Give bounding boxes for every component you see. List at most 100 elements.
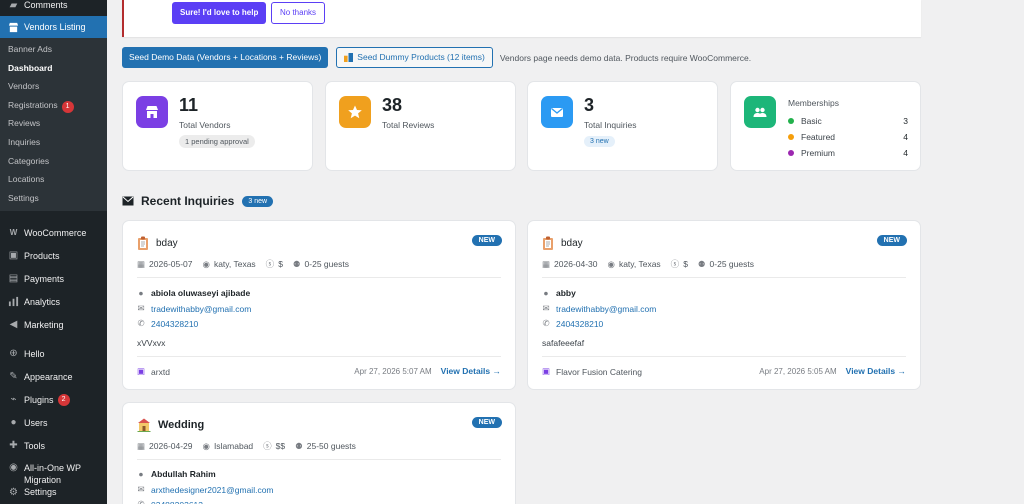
- chart-icon: [8, 296, 19, 307]
- recent-inquiries-heading: Recent Inquiries 3 new: [122, 193, 274, 209]
- sidebar-item-woocommerce[interactable]: W WooCommerce: [0, 221, 107, 244]
- box-icon: ▣: [8, 250, 19, 262]
- mail-icon: [541, 96, 573, 128]
- event-type: bday: [156, 237, 178, 249]
- email-icon: ✉: [542, 303, 550, 313]
- customer-email-link[interactable]: ✉ tradewithabby@gmail.com: [542, 303, 656, 314]
- comment-icon: ▰: [9, 0, 18, 11]
- customer-phone-link[interactable]: ✆ 2404328210: [542, 318, 603, 329]
- status-dot: [788, 134, 794, 140]
- inquiry-meta: ▦ 2026-04-30 ◉ katy, Texas ⓢ $ ⚉ 0-25 guests: [542, 258, 754, 270]
- products-icon: [344, 53, 354, 62]
- inquiry-timestamp: Apr 27, 2026 5:05 AM: [759, 366, 837, 376]
- email-icon: ✉: [137, 484, 145, 494]
- divider: [137, 356, 501, 357]
- sidebar-item-tools[interactable]: ✚ Tools: [0, 434, 107, 457]
- store-icon: ▣: [137, 366, 146, 376]
- woo-icon: W: [9, 228, 18, 238]
- inquiry-meta: ▦ 2026-05-07 ◉ katy, Texas ⓢ $ ⚉ 0-25 guests: [137, 258, 349, 270]
- submenu-vendors[interactable]: Vendors: [0, 77, 107, 96]
- location-pin-icon: ◉: [202, 258, 210, 269]
- membership-row-featured: Featured 4: [788, 131, 908, 143]
- calendar-icon: ▦: [137, 258, 146, 269]
- toolbar-note: Vendors page needs demo data. Products r…: [499, 52, 752, 63]
- sidebar-item-products[interactable]: ▣ Products: [0, 244, 107, 267]
- sidebar-item-analytics[interactable]: Analytics: [0, 290, 107, 313]
- person-icon: ●: [543, 288, 549, 298]
- person-icon: ●: [138, 469, 144, 479]
- memberships-title: Memberships: [788, 98, 840, 108]
- guests-icon: ⚉: [697, 258, 706, 269]
- divider: [542, 356, 906, 357]
- sidebar-item-hello[interactable]: ⊕ Hello: [0, 342, 107, 365]
- customer-phone-link[interactable]: ✆03488203613: [137, 499, 203, 504]
- submenu-inquiries[interactable]: Inquiries: [0, 133, 107, 152]
- seed-demo-data-button[interactable]: Seed Demo Data (Vendors + Locations + Re…: [122, 47, 329, 68]
- view-details-link[interactable]: View Details →: [441, 366, 501, 376]
- divider: [542, 277, 906, 278]
- total-inquiries-label: Total Inquiries: [584, 120, 637, 130]
- accept-help-button[interactable]: Sure! I'd love to help: [172, 2, 267, 24]
- total-reviews-label: Total Reviews: [382, 120, 435, 130]
- admin-sidebar: ▰ Comments Vendors Listing Banner Ads Da…: [0, 0, 107, 504]
- migration-icon: ◉: [9, 462, 18, 474]
- registrations-count-badge: 1: [61, 100, 74, 113]
- event-type: Wedding: [158, 419, 205, 431]
- star-icon: [339, 96, 371, 128]
- decline-help-button[interactable]: No thanks: [271, 2, 326, 24]
- new-badge: NEW: [876, 235, 907, 246]
- members-icon: [744, 96, 776, 128]
- view-details-link[interactable]: View Details →: [846, 366, 906, 376]
- feedback-notice: Sure! I'd love to help No thanks: [122, 0, 921, 37]
- sidebar-item-marketing[interactable]: ◀ Marketing: [0, 313, 107, 336]
- calendar-icon: ▦: [137, 440, 146, 451]
- price-icon: ⓢ: [265, 259, 275, 269]
- phone-icon: ✆: [542, 318, 550, 328]
- submenu-categories[interactable]: Categories: [0, 152, 107, 171]
- submenu-dashboard[interactable]: Dashboard: [0, 59, 107, 78]
- status-dot: [788, 118, 794, 124]
- sidebar-item-users[interactable]: ● Users: [0, 411, 107, 434]
- sidebar-item-settings[interactable]: ⚙ Settings: [0, 487, 107, 497]
- total-vendors-value: 11: [179, 95, 199, 115]
- total-inquiries-value: 3: [584, 95, 595, 115]
- membership-row-basic: Basic 3: [788, 115, 908, 127]
- customer-email-link[interactable]: ✉ arxthedesigner2021@gmail.com: [137, 484, 273, 495]
- submenu-reviews[interactable]: Reviews: [0, 114, 107, 133]
- gear-icon: ⚙: [9, 487, 18, 498]
- person-icon: ●: [138, 288, 144, 298]
- seed-toolbar: Seed Demo Data (Vendors + Locations + Re…: [122, 47, 751, 68]
- membership-row-premium: Premium 4: [788, 147, 908, 159]
- customer-name: abiola oluwaseyi ajibade: [151, 288, 251, 298]
- brush-icon: ✎: [9, 371, 18, 383]
- guests-icon: ⚉: [295, 440, 303, 451]
- sidebar-item-vendors-listing[interactable]: Vendors Listing: [0, 16, 107, 38]
- new-badge: NEW: [471, 235, 502, 246]
- divider: [137, 277, 501, 278]
- customer-phone-link[interactable]: ✆ 2404328210: [137, 318, 198, 329]
- sidebar-item-plugins[interactable]: ⌁ Plugins 2: [0, 388, 107, 411]
- plus-circle-icon: ⊕: [9, 348, 18, 360]
- sidebar-item-comments[interactable]: ▰ Comments: [0, 0, 107, 11]
- megaphone-icon: ◀: [9, 319, 18, 331]
- submenu-registrations[interactable]: Registrations 1: [0, 96, 107, 115]
- sidebar-item-payments[interactable]: ▤ Payments: [0, 267, 107, 290]
- user-icon: ●: [10, 417, 17, 429]
- submenu-banner-ads[interactable]: Banner Ads: [0, 40, 107, 59]
- plugins-count-badge: 2: [57, 393, 70, 406]
- seed-dummy-products-button[interactable]: Seed Dummy Products (12 items): [336, 47, 493, 68]
- plug-icon: ⌁: [10, 394, 17, 406]
- sidebar-item-migration[interactable]: ◉ All-in-One WP Migration: [0, 457, 107, 487]
- email-icon: ✉: [137, 303, 145, 313]
- sidebar-item-appearance[interactable]: ✎ Appearance: [0, 365, 107, 388]
- customer-email-link[interactable]: ✉ tradewithabby@gmail.com: [137, 303, 251, 314]
- submenu-locations[interactable]: Locations: [0, 170, 107, 189]
- inquiry-message: safafeeefaf: [542, 338, 585, 348]
- clipboard-icon: [137, 236, 149, 250]
- customer-name: Abdullah Rahim: [151, 469, 216, 479]
- stat-card-inquiries: 3 Total Inquiries 3 new: [527, 81, 718, 171]
- inquiry-message: xVVxvx: [137, 338, 166, 348]
- inquiry-meta: ▦ 2026-04-29 ◉ Islamabad ⓢ $$ ⚉ 25-50 guests: [137, 440, 356, 452]
- submenu-settings[interactable]: Settings: [0, 189, 107, 208]
- stat-card-memberships: Memberships Basic 3 Featured 4 Premium 4: [730, 81, 921, 171]
